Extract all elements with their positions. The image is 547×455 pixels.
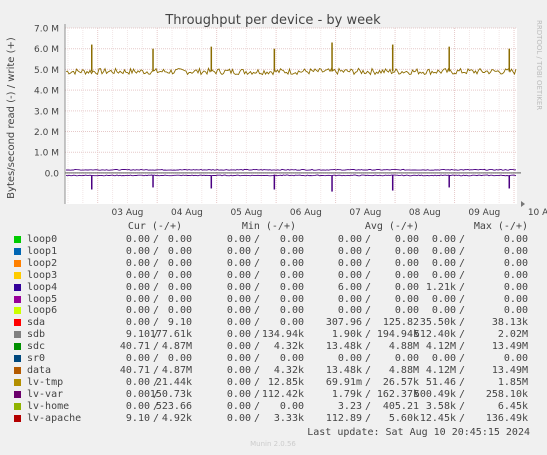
x-tick-label: 05 Aug bbox=[230, 208, 262, 218]
throughput-chart: Throughput per device - by week RRDTOOL … bbox=[6, 13, 547, 448]
y-tick-label: 0.0 bbox=[45, 169, 60, 179]
x-tick-label: 07 Aug bbox=[349, 208, 381, 218]
y-tick-label: 7.0 M bbox=[34, 25, 59, 35]
x-tick-label: 08 Aug bbox=[409, 208, 441, 218]
y-tick-label: 6.0 M bbox=[34, 45, 59, 55]
x-tick-label: 04 Aug bbox=[171, 208, 203, 218]
x-tick-label: 09 Aug bbox=[468, 208, 500, 218]
y-tick-label: 4.0 M bbox=[34, 87, 59, 97]
series-line-lv-var-write bbox=[66, 168, 517, 171]
x-tick-label: 06 Aug bbox=[290, 208, 322, 218]
chart-title: Throughput per device - by week bbox=[164, 13, 381, 28]
y-tick-label: 5.0 M bbox=[34, 66, 59, 76]
x-tick-label: 10 Aug bbox=[528, 208, 547, 218]
x-tick-label: 03 Aug bbox=[112, 208, 144, 218]
rrdtool-credit: RRDTOOL / TOBI OETIKER bbox=[535, 20, 543, 110]
munin-version: Munin 2.0.56 bbox=[250, 440, 296, 448]
y-tick-label: 3.0 M bbox=[34, 107, 59, 117]
y-tick-label: 1.0 M bbox=[34, 149, 59, 159]
y-axis-label: Bytes/second read (-) / write (+) bbox=[6, 37, 17, 199]
y-tick-label: 2.0 M bbox=[34, 128, 59, 138]
x-axis-arrow bbox=[521, 201, 525, 207]
